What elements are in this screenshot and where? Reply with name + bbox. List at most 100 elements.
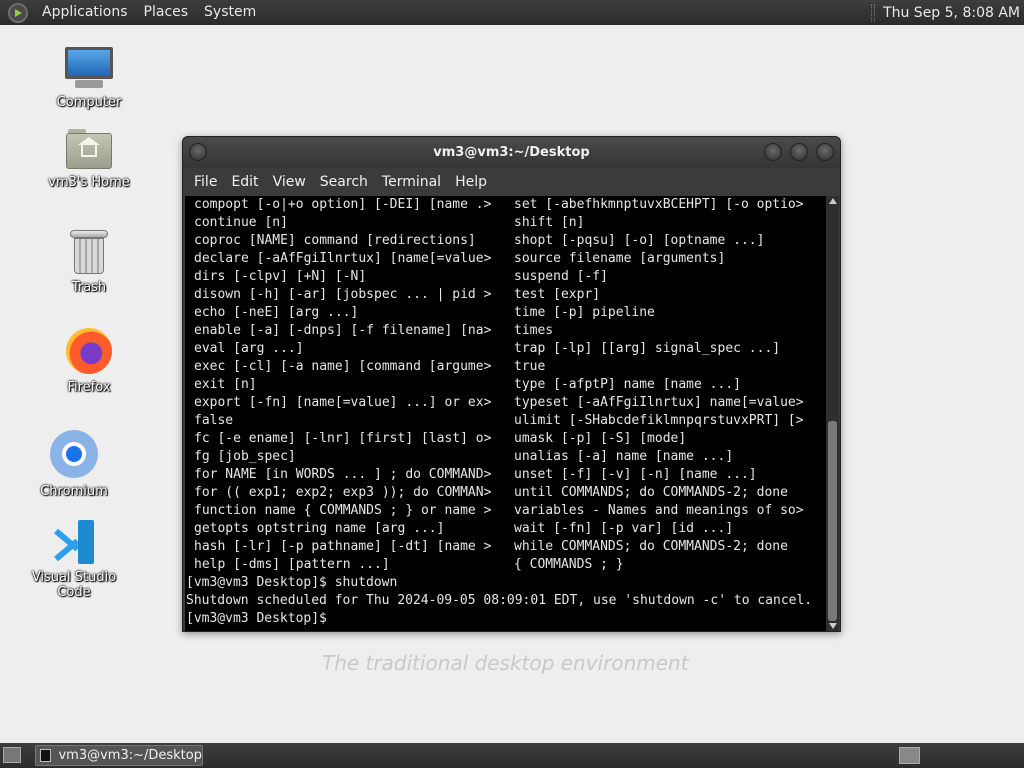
- terminal-help-row: compopt [-o|+o option] [-DEI] [name .> se…: [185, 196, 826, 214]
- help-entry-left: fc [-e ename] [-lnr] [first] [last] o>: [194, 431, 492, 446]
- desktop-icon-label: Computer: [56, 95, 122, 110]
- menu-terminal[interactable]: Terminal: [375, 174, 448, 190]
- menu-places[interactable]: Places: [136, 0, 197, 25]
- desktop-icon-firefox[interactable]: Firefox: [29, 328, 149, 395]
- help-entry-right: typeset [-aAfFgiIlnrtux] name[=value>: [514, 395, 804, 410]
- terminal-help-row: help [-dms] [pattern ...] { COMMANDS ; }: [185, 556, 826, 574]
- help-entry-left: false: [194, 413, 234, 428]
- current-prompt-line: [vm3@vm3 Desktop]$: [185, 610, 826, 628]
- scroll-down-arrow-icon[interactable]: [829, 623, 837, 629]
- menu-help[interactable]: Help: [448, 174, 494, 190]
- desktop-icon-home[interactable]: vm3's Home: [29, 129, 149, 190]
- help-entry-left: coproc [NAME] command [redirections]: [194, 233, 476, 248]
- terminal-help-row: exec [-cl] [-a name] [command [argume> tr…: [185, 358, 826, 376]
- terminal-help-row: disown [-h] [-ar] [jobspec ... | pid > te…: [185, 286, 826, 304]
- terminal-window[interactable]: vm3@vm3:~/Desktop File Edit View Search …: [182, 136, 841, 632]
- terminal-help-row: coproc [NAME] command [redirections] shop…: [185, 232, 826, 250]
- desktop-icon-label: Visual Studio Code: [31, 570, 117, 600]
- menu-search[interactable]: Search: [313, 174, 375, 190]
- shutdown-output-line: Shutdown scheduled for Thu 2024-09-05 08…: [185, 592, 826, 610]
- taskbar-terminal-button[interactable]: vm3@vm3:~/Desktop: [35, 745, 203, 766]
- help-entry-right: true: [514, 359, 546, 374]
- desktop-icon-chromium[interactable]: Chromium: [14, 430, 134, 499]
- help-entry-right: trap [-lp] [[arg] signal_spec ...]: [514, 341, 781, 356]
- menu-system[interactable]: System: [196, 0, 264, 25]
- help-entry-right: variables - Names and meanings of so>: [514, 503, 804, 518]
- terminal-help-row: for (( exp1; exp2; exp3 )); do COMMAN> un…: [185, 484, 826, 502]
- help-entry-right: source filename [arguments]: [514, 251, 726, 266]
- top-panel: Applications Places System Thu Sep 5, 8:…: [0, 0, 1024, 25]
- help-entry-left: enable [-a] [-dnps] [-f filename] [na>: [194, 323, 492, 338]
- desktop-icon-computer[interactable]: Computer: [29, 47, 149, 110]
- help-entry-right: set [-abefhkmnptuvxBCEHPT] [-o optio>: [514, 197, 804, 212]
- distro-logo-icon[interactable]: [8, 2, 28, 23]
- terminal-help-row: export [-fn] [name[=value] ...] or ex> ty…: [185, 394, 826, 412]
- help-entry-left: compopt [-o|+o option] [-DEI] [name .>: [194, 197, 492, 212]
- terminal-help-row: continue [n] shift [n]: [185, 214, 826, 232]
- help-entry-right: test [expr]: [514, 287, 601, 302]
- taskbar-label: vm3@vm3:~/Desktop: [58, 748, 202, 763]
- clock[interactable]: Thu Sep 5, 8:08 AM: [883, 5, 1024, 21]
- chromium-icon: [50, 430, 98, 478]
- help-entry-right: umask [-p] [-S] [mode]: [514, 431, 687, 446]
- scrollbar-thumb[interactable]: [828, 421, 837, 621]
- terminal-help-row: enable [-a] [-dnps] [-f filename] [na> ti…: [185, 322, 826, 340]
- help-entry-left: for NAME [in WORDS ... ] ; do COMMAND>: [194, 467, 492, 482]
- help-entry-right: wait [-fn] [-p var] [id ...]: [514, 521, 734, 536]
- help-entry-left: for (( exp1; exp2; exp3 )); do COMMAN>: [194, 485, 492, 500]
- menu-edit[interactable]: Edit: [224, 174, 265, 190]
- window-titlebar[interactable]: vm3@vm3:~/Desktop: [183, 137, 840, 168]
- terminal-help-row: for NAME [in WORDS ... ] ; do COMMAND> un…: [185, 466, 826, 484]
- terminal-help-row: false ulimit [-SHabcdefiklmnpqrstuvxPRT] …: [185, 412, 826, 430]
- help-entry-right: { COMMANDS ; }: [514, 557, 624, 572]
- trash-icon: [70, 230, 108, 274]
- terminal-scrollbar[interactable]: [826, 196, 839, 631]
- terminal-help-row: dirs [-clpv] [+N] [-N] suspend [-f]: [185, 268, 826, 286]
- help-entry-right: ulimit [-SHabcdefiklmnpqrstuvxPRT] [>: [514, 413, 804, 428]
- help-entry-left: disown [-h] [-ar] [jobspec ... | pid >: [194, 287, 492, 302]
- help-entry-left: function name { COMMANDS ; } or name >: [194, 503, 492, 518]
- help-entry-right: shift [n]: [514, 215, 585, 230]
- desktop-icon-label: Chromium: [40, 484, 108, 499]
- terminal-icon: [40, 749, 52, 762]
- shutdown-command-line-text: [vm3@vm3 Desktop]$ shutdown: [186, 575, 398, 590]
- bottom-panel: vm3@vm3:~/Desktop: [0, 743, 1024, 768]
- workspace-switcher[interactable]: [899, 747, 920, 764]
- current-prompt-line-text: [vm3@vm3 Desktop]$: [186, 611, 327, 626]
- terminal-output[interactable]: compopt [-o|+o option] [-DEI] [name .> se…: [185, 196, 826, 631]
- maximize-button[interactable]: [790, 143, 808, 161]
- show-desktop-icon[interactable]: [3, 747, 21, 763]
- window-title: vm3@vm3:~/Desktop: [433, 145, 590, 160]
- minimize-button[interactable]: [764, 143, 782, 161]
- desktop-icon-label: vm3's Home: [48, 175, 130, 190]
- firefox-icon: [66, 328, 112, 374]
- desktop-icon-vscode[interactable]: Visual Studio Code: [14, 520, 134, 600]
- menu-file[interactable]: File: [187, 174, 224, 190]
- desktop-icon-trash[interactable]: Trash: [29, 230, 149, 295]
- help-entry-right: unset [-f] [-v] [-n] [name ...]: [514, 467, 757, 482]
- desktop-icon-label: Firefox: [67, 380, 111, 395]
- terminal-help-row: echo [-neE] [arg ...] time [-p] pipeline: [185, 304, 826, 322]
- help-entry-right: type [-afptP] name [name ...]: [514, 377, 741, 392]
- terminal-help-row: fg [job_spec] unalias [-a] name [name ...…: [185, 448, 826, 466]
- shutdown-output-line-text: Shutdown scheduled for Thu 2024-09-05 08…: [186, 593, 813, 608]
- help-entry-left: getopts optstring name [arg ...]: [194, 521, 445, 536]
- scroll-up-arrow-icon[interactable]: [829, 198, 837, 204]
- help-entry-right: suspend [-f]: [514, 269, 608, 284]
- help-entry-left: exit [n]: [194, 377, 257, 392]
- help-entry-left: help [-dms] [pattern ...]: [194, 557, 390, 572]
- help-entry-left: eval [arg ...]: [194, 341, 304, 356]
- help-entry-right: unalias [-a] name [name ...]: [514, 449, 734, 464]
- help-entry-right: while COMMANDS; do COMMANDS-2; done: [514, 539, 788, 554]
- close-button[interactable]: [816, 143, 834, 161]
- menu-view[interactable]: View: [266, 174, 313, 190]
- tray-separator: [871, 3, 876, 22]
- help-entry-left: export [-fn] [name[=value] ...] or ex>: [194, 395, 492, 410]
- terminal-help-row: declare [-aAfFgiIlnrtux] [name[=value> so…: [185, 250, 826, 268]
- help-entry-left: fg [job_spec]: [194, 449, 296, 464]
- help-entry-right: shopt [-pqsu] [-o] [optname ...]: [514, 233, 765, 248]
- terminal-help-row: getopts optstring name [arg ...] wait [-f…: [185, 520, 826, 538]
- terminal-help-row: eval [arg ...] trap [-lp] [[arg] signal_s…: [185, 340, 826, 358]
- menu-applications[interactable]: Applications: [34, 0, 136, 25]
- desktop-icon-label: Trash: [71, 280, 107, 295]
